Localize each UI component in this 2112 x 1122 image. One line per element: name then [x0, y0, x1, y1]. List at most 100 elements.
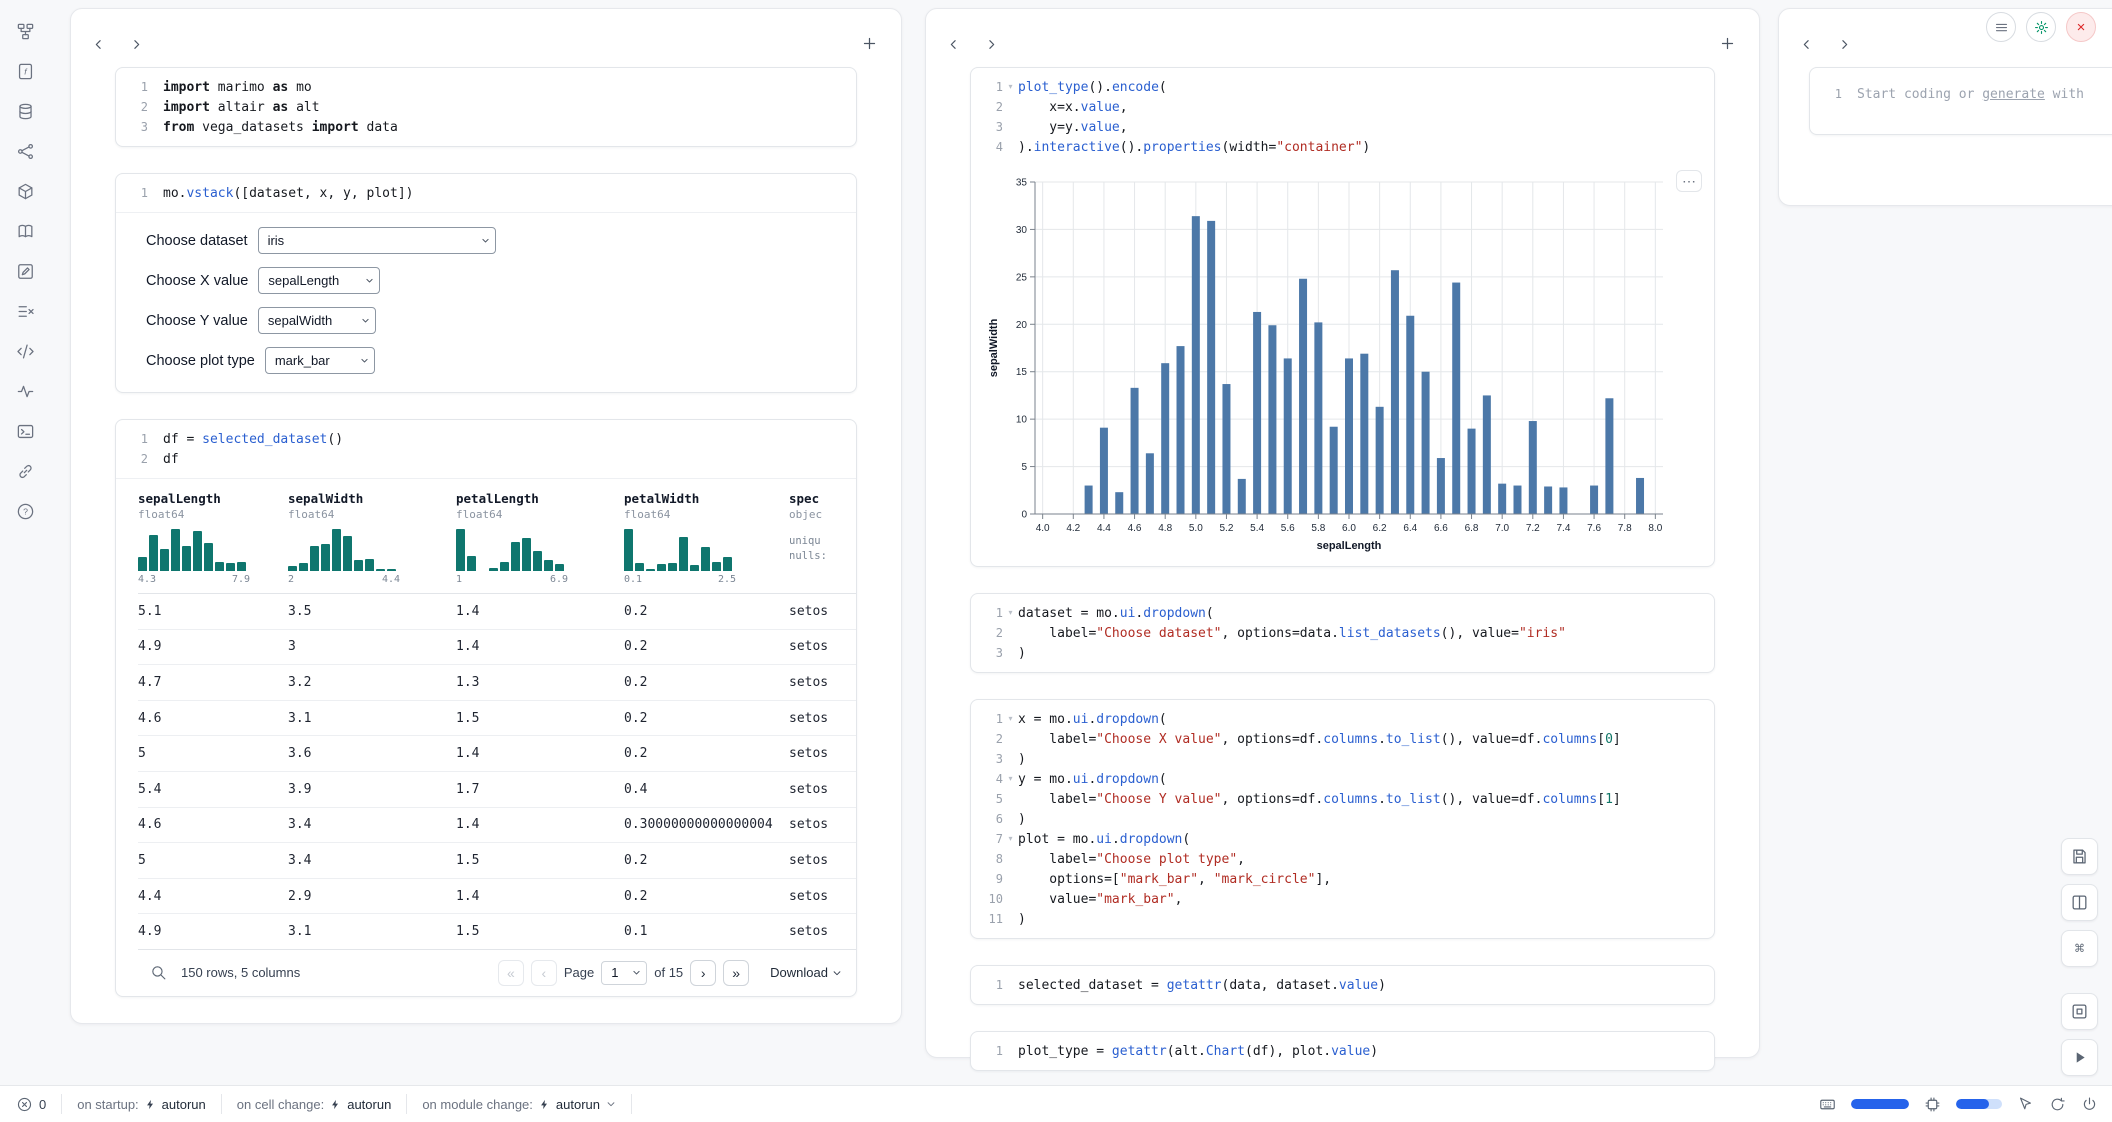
run-cell-button[interactable]	[2061, 1039, 2098, 1076]
fold-chevron-icon[interactable]: ▾	[1003, 769, 1018, 789]
column-header[interactable]: sepalWidthfloat6424.4	[288, 491, 456, 585]
error-indicator[interactable]: 0	[14, 1086, 61, 1122]
table-row[interactable]: 5.13.51.40.2setos	[138, 594, 856, 630]
fold-chevron-icon[interactable]: ▾	[1003, 603, 1018, 623]
fold-chevron-icon[interactable]: ▾	[1003, 829, 1018, 849]
on-cell-change-mode[interactable]: on cell change: autorun	[222, 1086, 407, 1122]
code-line: 4▾y = mo.ui.dropdown(	[979, 769, 1702, 789]
column-header[interactable]: petalLengthfloat6416.9	[456, 491, 624, 585]
chevron-left-icon[interactable]	[1793, 31, 1819, 57]
column-header[interactable]: specobjecuniqunulls:	[789, 491, 856, 585]
table-row[interactable]: 4.93.11.50.1setos	[138, 914, 856, 949]
svg-text:7.4: 7.4	[1556, 523, 1570, 534]
variables-icon[interactable]	[10, 136, 40, 166]
chevron-left-icon[interactable]	[940, 31, 966, 57]
layout-grid-button[interactable]	[2061, 884, 2098, 921]
table-cell: 3.9	[288, 782, 456, 797]
column-header[interactable]: sepalLengthfloat644.37.9	[138, 491, 288, 585]
code-editor[interactable]: 1mo.vstack([dataset, x, y, plot])	[116, 174, 856, 212]
column-header[interactable]: petalWidthfloat640.12.5	[624, 491, 789, 585]
generate-with-ai-link[interactable]: generate	[1982, 87, 2045, 102]
dropdown-select[interactable]: sepalLength	[258, 267, 380, 294]
line-number: 1	[1818, 87, 1842, 101]
last-page-button[interactable]: »	[723, 960, 749, 986]
column-middle: 1▾plot_type().encode(2 x=x.value,3 y=y.v…	[925, 8, 1760, 1058]
search-icon[interactable]	[150, 964, 167, 981]
shutdown-button[interactable]: ×	[2066, 12, 2096, 42]
menu-button[interactable]	[1986, 12, 2016, 42]
dropdown-select[interactable]: sepalWidth	[258, 307, 376, 334]
dependency-graph-icon[interactable]	[10, 16, 40, 46]
app-preview-button[interactable]	[2061, 993, 2098, 1030]
terminal-icon[interactable]	[10, 416, 40, 446]
table-row[interactable]: 4.63.11.50.2setos	[138, 701, 856, 737]
chevron-left-icon[interactable]	[85, 31, 111, 57]
table-row[interactable]: 5.43.91.70.4setos	[138, 772, 856, 808]
table-row[interactable]: 4.42.91.40.2setos	[138, 879, 856, 915]
editor-placeholder: Start coding or generate with	[1857, 87, 2084, 102]
logs-icon[interactable]	[10, 296, 40, 326]
table-row[interactable]: 4.73.21.30.2setos	[138, 665, 856, 701]
chevron-right-icon[interactable]	[978, 31, 1004, 57]
documentation-icon[interactable]	[10, 216, 40, 246]
table-cell: 5	[138, 746, 288, 761]
snippets-icon[interactable]	[10, 336, 40, 366]
column-min: 0.1	[624, 574, 642, 585]
prev-page-button[interactable]: ‹	[531, 960, 557, 986]
chart-actions-button[interactable]: ⋯	[1676, 170, 1702, 192]
scratchpad-icon[interactable]	[10, 256, 40, 286]
column-min: 2	[288, 574, 294, 585]
add-cell-button[interactable]	[855, 29, 883, 57]
keyboard-shortcuts-button[interactable]: ⌘	[2061, 930, 2098, 967]
code-line: 11)	[979, 909, 1702, 929]
column-max: 4.4	[382, 574, 400, 585]
settings-button[interactable]	[2026, 12, 2056, 42]
table-cell: setos	[789, 675, 856, 690]
keyboard-icon[interactable]	[1819, 1096, 1836, 1113]
bar-chart[interactable]: 4.04.24.44.64.85.05.25.45.65.86.06.26.46…	[985, 172, 1706, 558]
on-startup-mode[interactable]: on startup: autorun	[62, 1086, 221, 1122]
links-icon[interactable]	[10, 456, 40, 486]
tracebacks-icon[interactable]	[10, 376, 40, 406]
next-page-button[interactable]: ›	[690, 960, 716, 986]
chevron-right-icon[interactable]	[1831, 31, 1857, 57]
dropdown-select[interactable]: iris	[258, 227, 496, 254]
first-page-button[interactable]: «	[498, 960, 524, 986]
svg-text:4.8: 4.8	[1158, 523, 1172, 534]
page-select[interactable]: 1	[601, 961, 647, 985]
packages-icon[interactable]	[10, 176, 40, 206]
table-row[interactable]: 4.63.41.40.30000000000000004setos	[138, 808, 856, 844]
code-editor[interactable]: 1 Start coding or generate with	[1810, 68, 2112, 113]
table-cell: 5.1	[138, 604, 288, 619]
fold-chevron-icon[interactable]: ▾	[1003, 77, 1018, 97]
pointer-icon[interactable]	[2017, 1096, 2034, 1113]
chevron-right-icon[interactable]	[123, 31, 149, 57]
download-menu[interactable]: Download	[770, 965, 842, 980]
column-left-header	[71, 9, 901, 67]
on-module-change-mode[interactable]: on module change: autorun	[407, 1086, 631, 1122]
code-editor[interactable]: 1df = selected_dataset()2df	[116, 420, 856, 478]
refresh-icon[interactable]	[2049, 1096, 2066, 1113]
code-editor[interactable]: 1▾dataset = mo.ui.dropdown(2 label="Choo…	[971, 594, 1714, 672]
table-row[interactable]: 53.61.40.2setos	[138, 736, 856, 772]
save-button[interactable]	[2061, 838, 2098, 875]
code-editor[interactable]: 1▾plot_type().encode(2 x=x.value,3 y=y.v…	[971, 68, 1714, 166]
code-editor[interactable]: 1selected_dataset = getattr(data, datase…	[971, 966, 1714, 1004]
datasources-icon[interactable]	[10, 96, 40, 126]
dropdown-row: Choose plot typemark_bar	[146, 347, 826, 374]
fold-chevron-icon[interactable]: ▾	[1003, 709, 1018, 729]
code-editor[interactable]: 1import marimo as mo2import altair as al…	[116, 68, 856, 146]
add-cell-button[interactable]	[1713, 29, 1741, 57]
dropdown-select[interactable]: mark_bar	[265, 347, 375, 374]
power-icon[interactable]	[2081, 1096, 2098, 1113]
page-select-wrap: 1	[601, 961, 647, 985]
table-cell: 0.2	[624, 604, 789, 619]
help-icon[interactable]: ?	[10, 496, 40, 526]
svg-text:5.0: 5.0	[1189, 523, 1203, 534]
files-icon[interactable]: f	[10, 56, 40, 86]
table-row[interactable]: 4.931.40.2setos	[138, 630, 856, 666]
table-row[interactable]: 53.41.50.2setos	[138, 843, 856, 879]
code-editor[interactable]: 1plot_type = getattr(alt.Chart(df), plot…	[971, 1032, 1714, 1070]
chevron-down-icon	[832, 968, 842, 978]
code-editor[interactable]: 1▾x = mo.ui.dropdown(2 label="Choose X v…	[971, 700, 1714, 938]
